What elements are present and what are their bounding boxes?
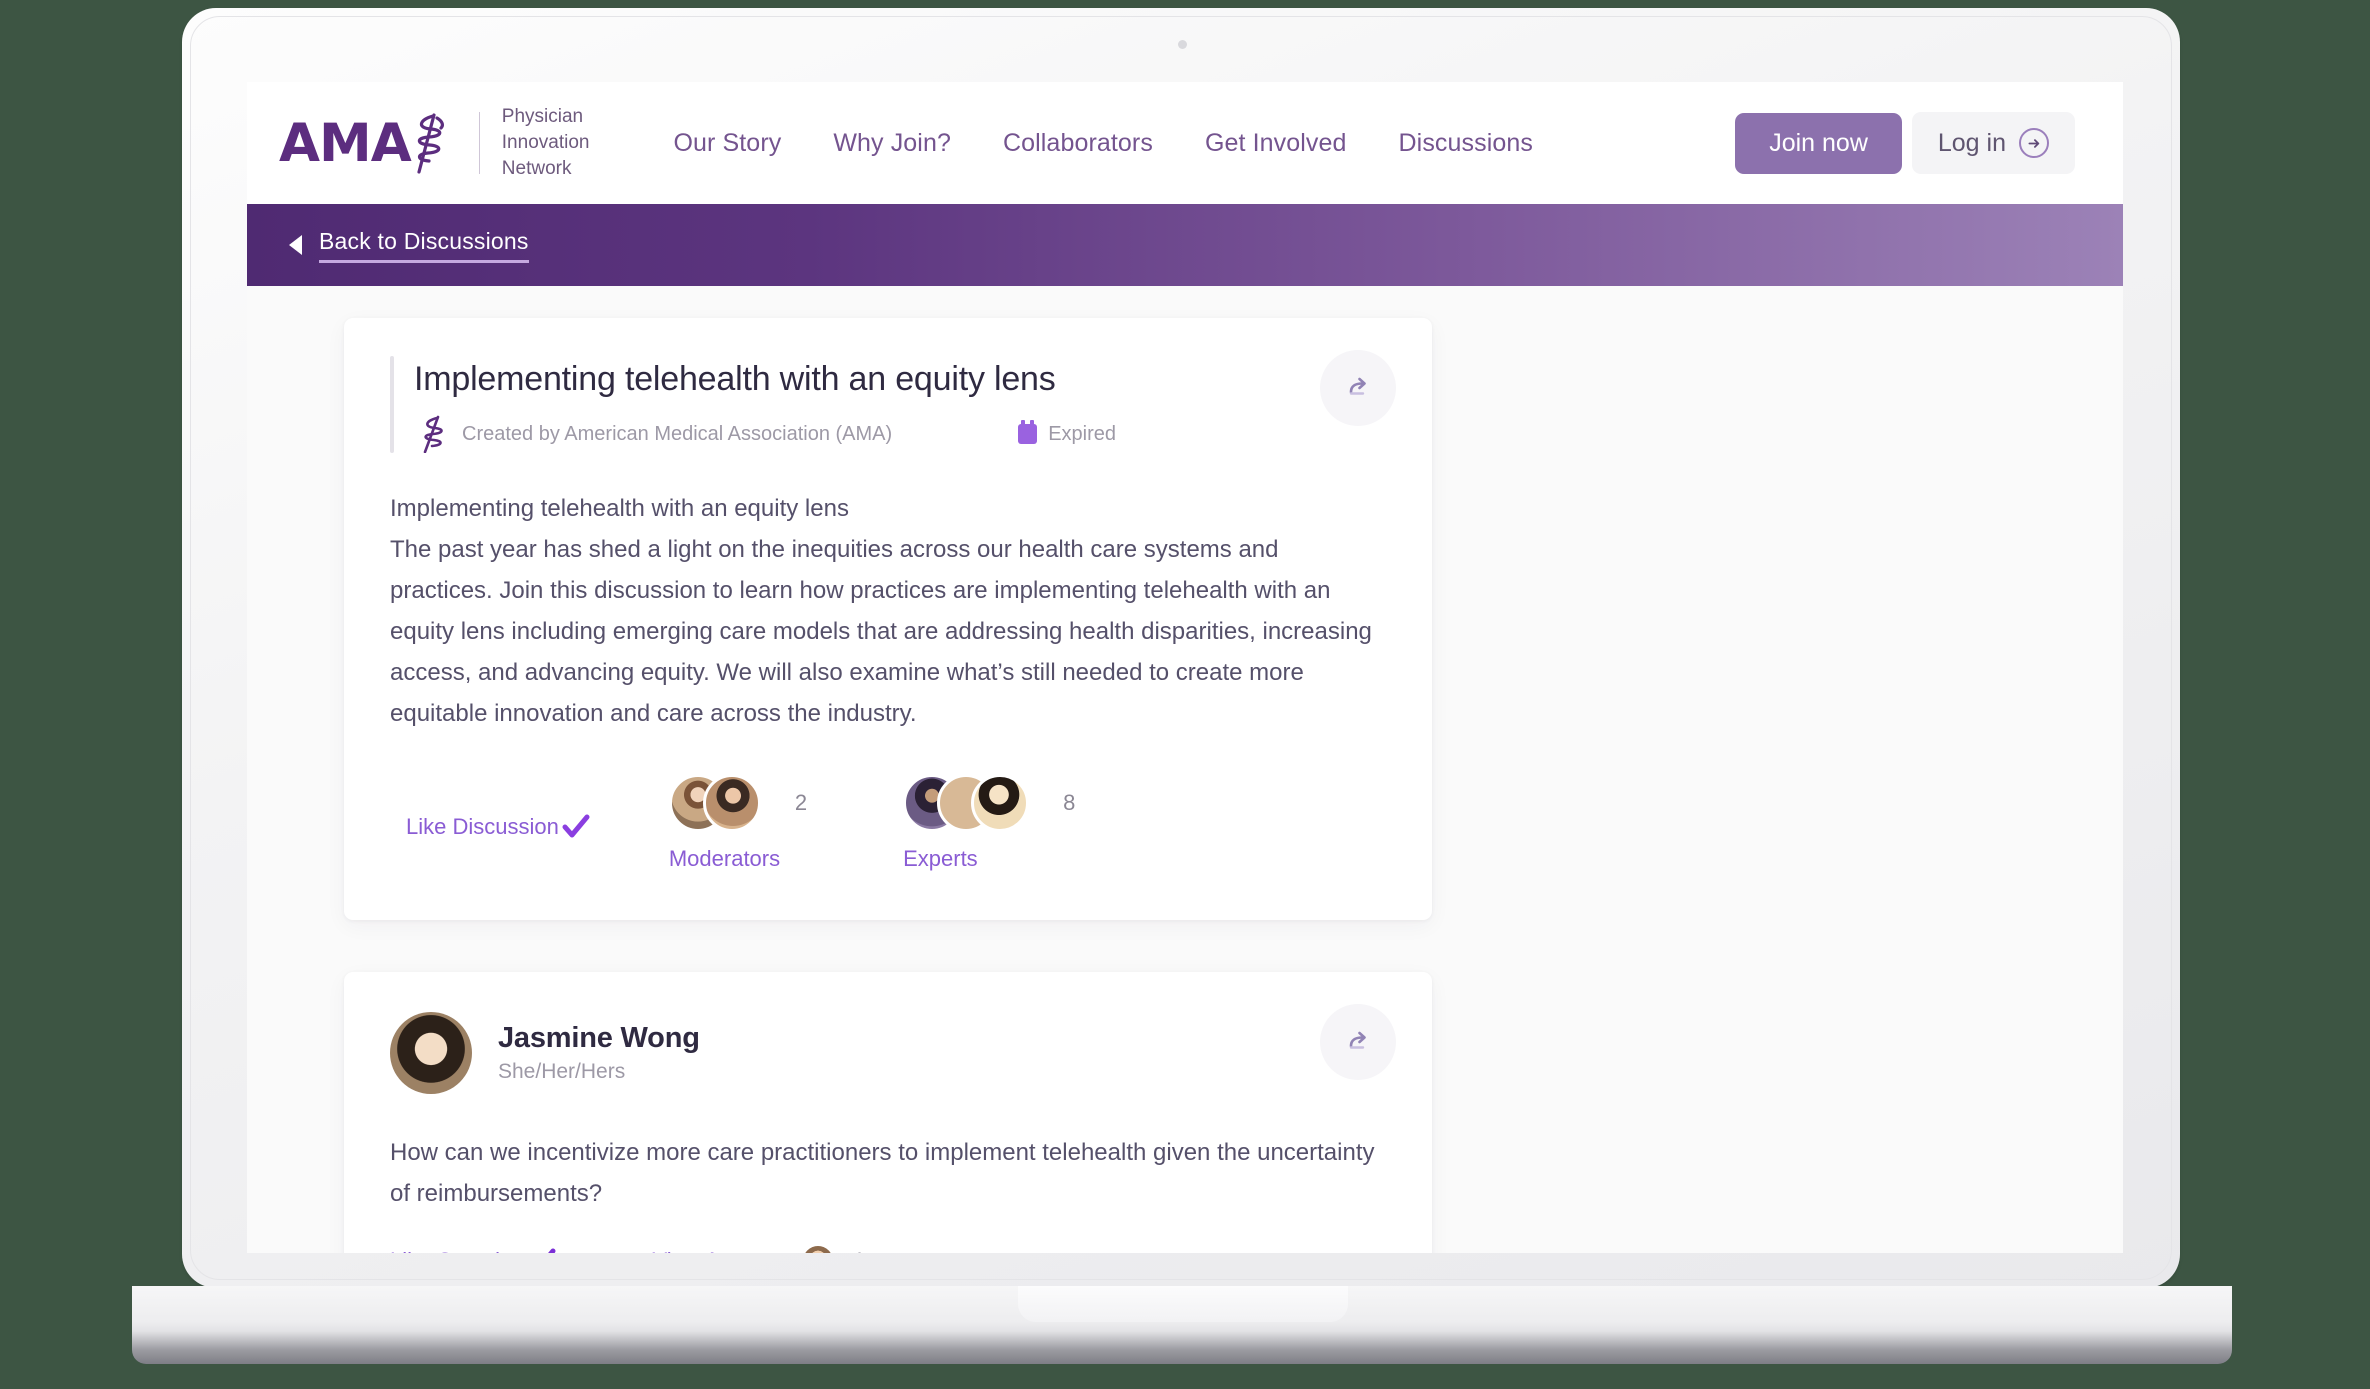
discussion-body: Implementing telehealth with an equity l… (390, 488, 1386, 734)
login-button-label: Log in (1937, 128, 2006, 157)
avatar (803, 1246, 834, 1253)
discussion-actions: Like Discussion 2 Moderators 8 Experts (390, 774, 1386, 872)
laptop-base-notch (1018, 1286, 1348, 1322)
moderators-label: Moderators (668, 846, 781, 871)
experts-row: 8 (903, 774, 1075, 832)
answers-count: 1 (853, 1248, 865, 1253)
share-arrow-icon (1349, 1031, 1366, 1049)
triangle-left-icon (289, 235, 302, 255)
ama-caduceus-icon (414, 415, 448, 454)
question-actions: Like Question View Answers 1 (390, 1246, 1386, 1253)
question-card: Jasmine Wong She/Her/Hers How can we inc… (344, 972, 1432, 1253)
like-question-button[interactable]: Like Question (390, 1248, 557, 1253)
question-author-name: Jasmine Wong (498, 1022, 700, 1054)
nav-item-collaborators[interactable]: Collaborators (1003, 129, 1153, 158)
calendar-icon (1018, 420, 1038, 444)
discussion-title: Implementing telehealth with an equity l… (414, 360, 1056, 398)
back-to-discussions-label: Back to Discussions (319, 228, 529, 263)
nav-item-why-join[interactable]: Why Join? (833, 129, 951, 158)
logo-tagline: Physician Innovation Network (502, 104, 590, 182)
nav-item-get-involved[interactable]: Get Involved (1205, 129, 1347, 158)
share-discussion-button[interactable] (1320, 350, 1396, 426)
question-text: How can we incentivize more care practit… (390, 1139, 1375, 1207)
expert-avatars (903, 774, 1030, 832)
view-answers-button[interactable]: View Answers 1 (653, 1246, 865, 1253)
check-mark-icon (561, 814, 591, 840)
discussion-meta: Created by American Medical Association … (414, 415, 1386, 454)
discussion-body-text: The past year has shed a light on the in… (390, 536, 1372, 727)
page-content: Implementing telehealth with an equity l… (247, 286, 2123, 1253)
check-mark-icon (527, 1248, 557, 1253)
browser-viewport: AMA Physician Innovation Network Our Sto… (247, 82, 2123, 1253)
arrow-right-circle-icon (2019, 128, 2049, 158)
ama-logo[interactable]: AMA Physician Innovation Network (279, 104, 589, 182)
header-actions: Join now Log in (1735, 112, 2075, 174)
discussion-header: Implementing telehealth with an equity l… (390, 356, 1386, 454)
webcam-dot (1178, 40, 1187, 49)
moderators-group[interactable]: 2 Moderators (668, 774, 808, 872)
avatar (702, 774, 761, 832)
logo-tagline-line3: Network (501, 158, 572, 179)
experts-label: Experts (903, 846, 978, 871)
main-navigation: Our Story Why Join? Collaborators Get In… (673, 129, 1533, 158)
moderators-count: 2 (794, 790, 808, 815)
share-arrow-icon (1349, 377, 1366, 395)
status-badge-label: Expired (1048, 422, 1116, 445)
ama-wordmark: AMA (279, 112, 412, 174)
avatar (971, 774, 1030, 832)
nav-item-discussions[interactable]: Discussions (1399, 129, 1533, 158)
login-button[interactable]: Log in (1911, 112, 2075, 174)
experts-group[interactable]: 8 Experts (903, 774, 1075, 872)
avatar (390, 1012, 472, 1094)
like-question-label: Like Question (390, 1248, 525, 1253)
moderators-row: 2 (668, 774, 808, 832)
discussion-card: Implementing telehealth with an equity l… (344, 318, 1432, 920)
moderator-avatars (668, 774, 761, 832)
breadcrumb: Back to Discussions (247, 204, 2123, 286)
join-now-button[interactable]: Join now (1735, 112, 1902, 174)
view-answers-label: View Answers (653, 1248, 790, 1253)
nav-item-our-story[interactable]: Our Story (673, 129, 781, 158)
like-discussion-label: Like Discussion (406, 814, 559, 839)
logo-tagline-line1: Physician (501, 106, 584, 127)
logo-divider (478, 112, 480, 174)
share-question-button[interactable] (1320, 1004, 1396, 1080)
status-badge: Expired (1018, 420, 1116, 446)
discussion-body-intro: Implementing telehealth with an equity l… (390, 495, 849, 522)
caduceus-icon (403, 112, 449, 174)
like-discussion-button[interactable]: Like Discussion (406, 814, 591, 840)
question-author-pronouns: She/Her/Hers (498, 1060, 626, 1083)
experts-count: 8 (1063, 790, 1076, 815)
site-header: AMA Physician Innovation Network Our Sto… (247, 82, 2123, 204)
back-to-discussions-link[interactable]: Back to Discussions (289, 228, 529, 263)
logo-tagline-line2: Innovation (501, 132, 590, 153)
discussion-created-by: Created by American Medical Association … (462, 422, 893, 445)
question-author[interactable]: Jasmine Wong She/Her/Hers (390, 1012, 1386, 1094)
title-accent-stripe (390, 356, 394, 453)
